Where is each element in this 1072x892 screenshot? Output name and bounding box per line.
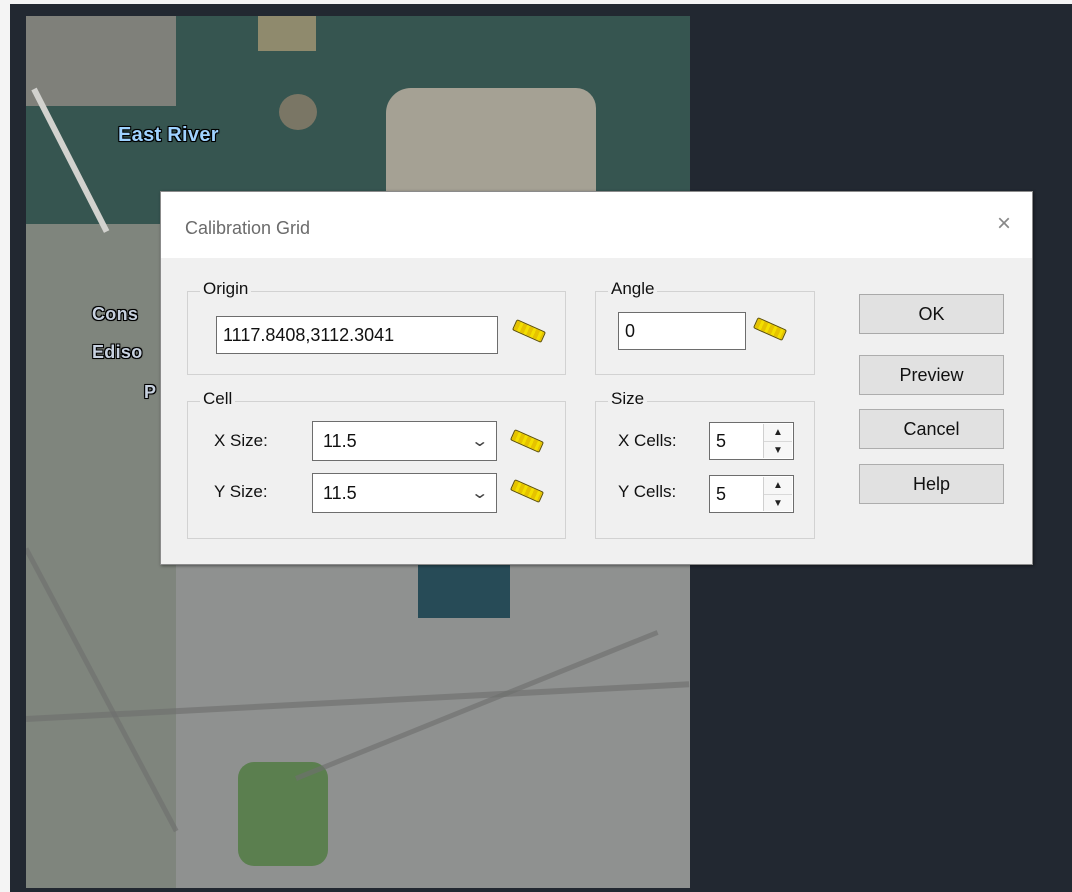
calibration-grid-dialog: Calibration Grid × Origin Angle Cell X S…	[160, 191, 1033, 565]
y-size-select[interactable]: 11.5 ⌄	[312, 473, 497, 513]
x-cells-stepper[interactable]: 5 ▲ ▼	[709, 422, 794, 460]
spin-up-icon[interactable]: ▲	[764, 424, 792, 442]
map-label-p: P	[144, 382, 157, 402]
small-island-top	[258, 16, 316, 51]
x-cells-spin-buttons[interactable]: ▲ ▼	[763, 424, 792, 458]
close-icon[interactable]: ×	[994, 212, 1014, 236]
cell-group-title: Cell	[200, 389, 236, 409]
x-size-ruler-icon[interactable]	[509, 429, 545, 453]
map-label-east-river: East River	[118, 124, 219, 146]
y-cells-value: 5	[716, 484, 727, 504]
x-size-value: 11.5	[323, 431, 357, 451]
map-label-cons: Cons	[92, 304, 139, 324]
origin-input[interactable]	[216, 316, 498, 354]
spin-up-icon[interactable]: ▲	[764, 477, 792, 495]
cancel-button[interactable]: Cancel	[859, 409, 1004, 449]
y-size-label: Y Size:	[214, 482, 268, 501]
harbor-water	[418, 564, 510, 618]
chevron-down-icon[interactable]: ⌄	[470, 483, 489, 503]
dialog-titlebar: Calibration Grid ×	[161, 192, 1032, 258]
y-size-ruler-icon[interactable]	[509, 479, 545, 503]
size-group-title: Size	[608, 389, 648, 409]
park-area	[238, 762, 328, 866]
cell-group: Cell X Size: 11.5 ⌄ Y Size: 11.5 ⌄	[187, 389, 566, 539]
shoreline-top-left	[26, 16, 176, 106]
x-size-select[interactable]: 11.5 ⌄	[312, 421, 497, 461]
y-cells-label: Y Cells:	[618, 482, 677, 501]
origin-group-title: Origin	[200, 279, 252, 299]
map-label-ediso: Ediso	[92, 342, 143, 362]
help-button[interactable]: Help	[859, 464, 1004, 504]
preview-button[interactable]: Preview	[859, 355, 1004, 395]
dialog-title: Calibration Grid	[185, 218, 311, 238]
angle-group: Angle	[595, 279, 815, 375]
y-cells-stepper[interactable]: 5 ▲ ▼	[709, 475, 794, 513]
y-size-value: 11.5	[323, 483, 357, 503]
ok-button[interactable]: OK	[859, 294, 1004, 334]
origin-group: Origin	[187, 279, 566, 375]
chevron-down-icon[interactable]: ⌄	[470, 431, 489, 451]
angle-group-title: Angle	[608, 279, 658, 299]
small-island-center	[279, 94, 317, 130]
spin-down-icon[interactable]: ▼	[764, 442, 792, 459]
x-cells-label: X Cells:	[618, 431, 677, 450]
spin-down-icon[interactable]: ▼	[764, 495, 792, 512]
angle-input[interactable]	[618, 312, 746, 350]
y-cells-spin-buttons[interactable]: ▲ ▼	[763, 477, 792, 511]
origin-ruler-icon[interactable]	[511, 319, 547, 343]
x-cells-value: 5	[716, 431, 727, 451]
x-size-label: X Size:	[214, 431, 268, 450]
size-group: Size X Cells: 5 ▲ ▼ Y Cells: 5 ▲ ▼	[595, 389, 815, 539]
angle-ruler-icon[interactable]	[752, 317, 788, 341]
